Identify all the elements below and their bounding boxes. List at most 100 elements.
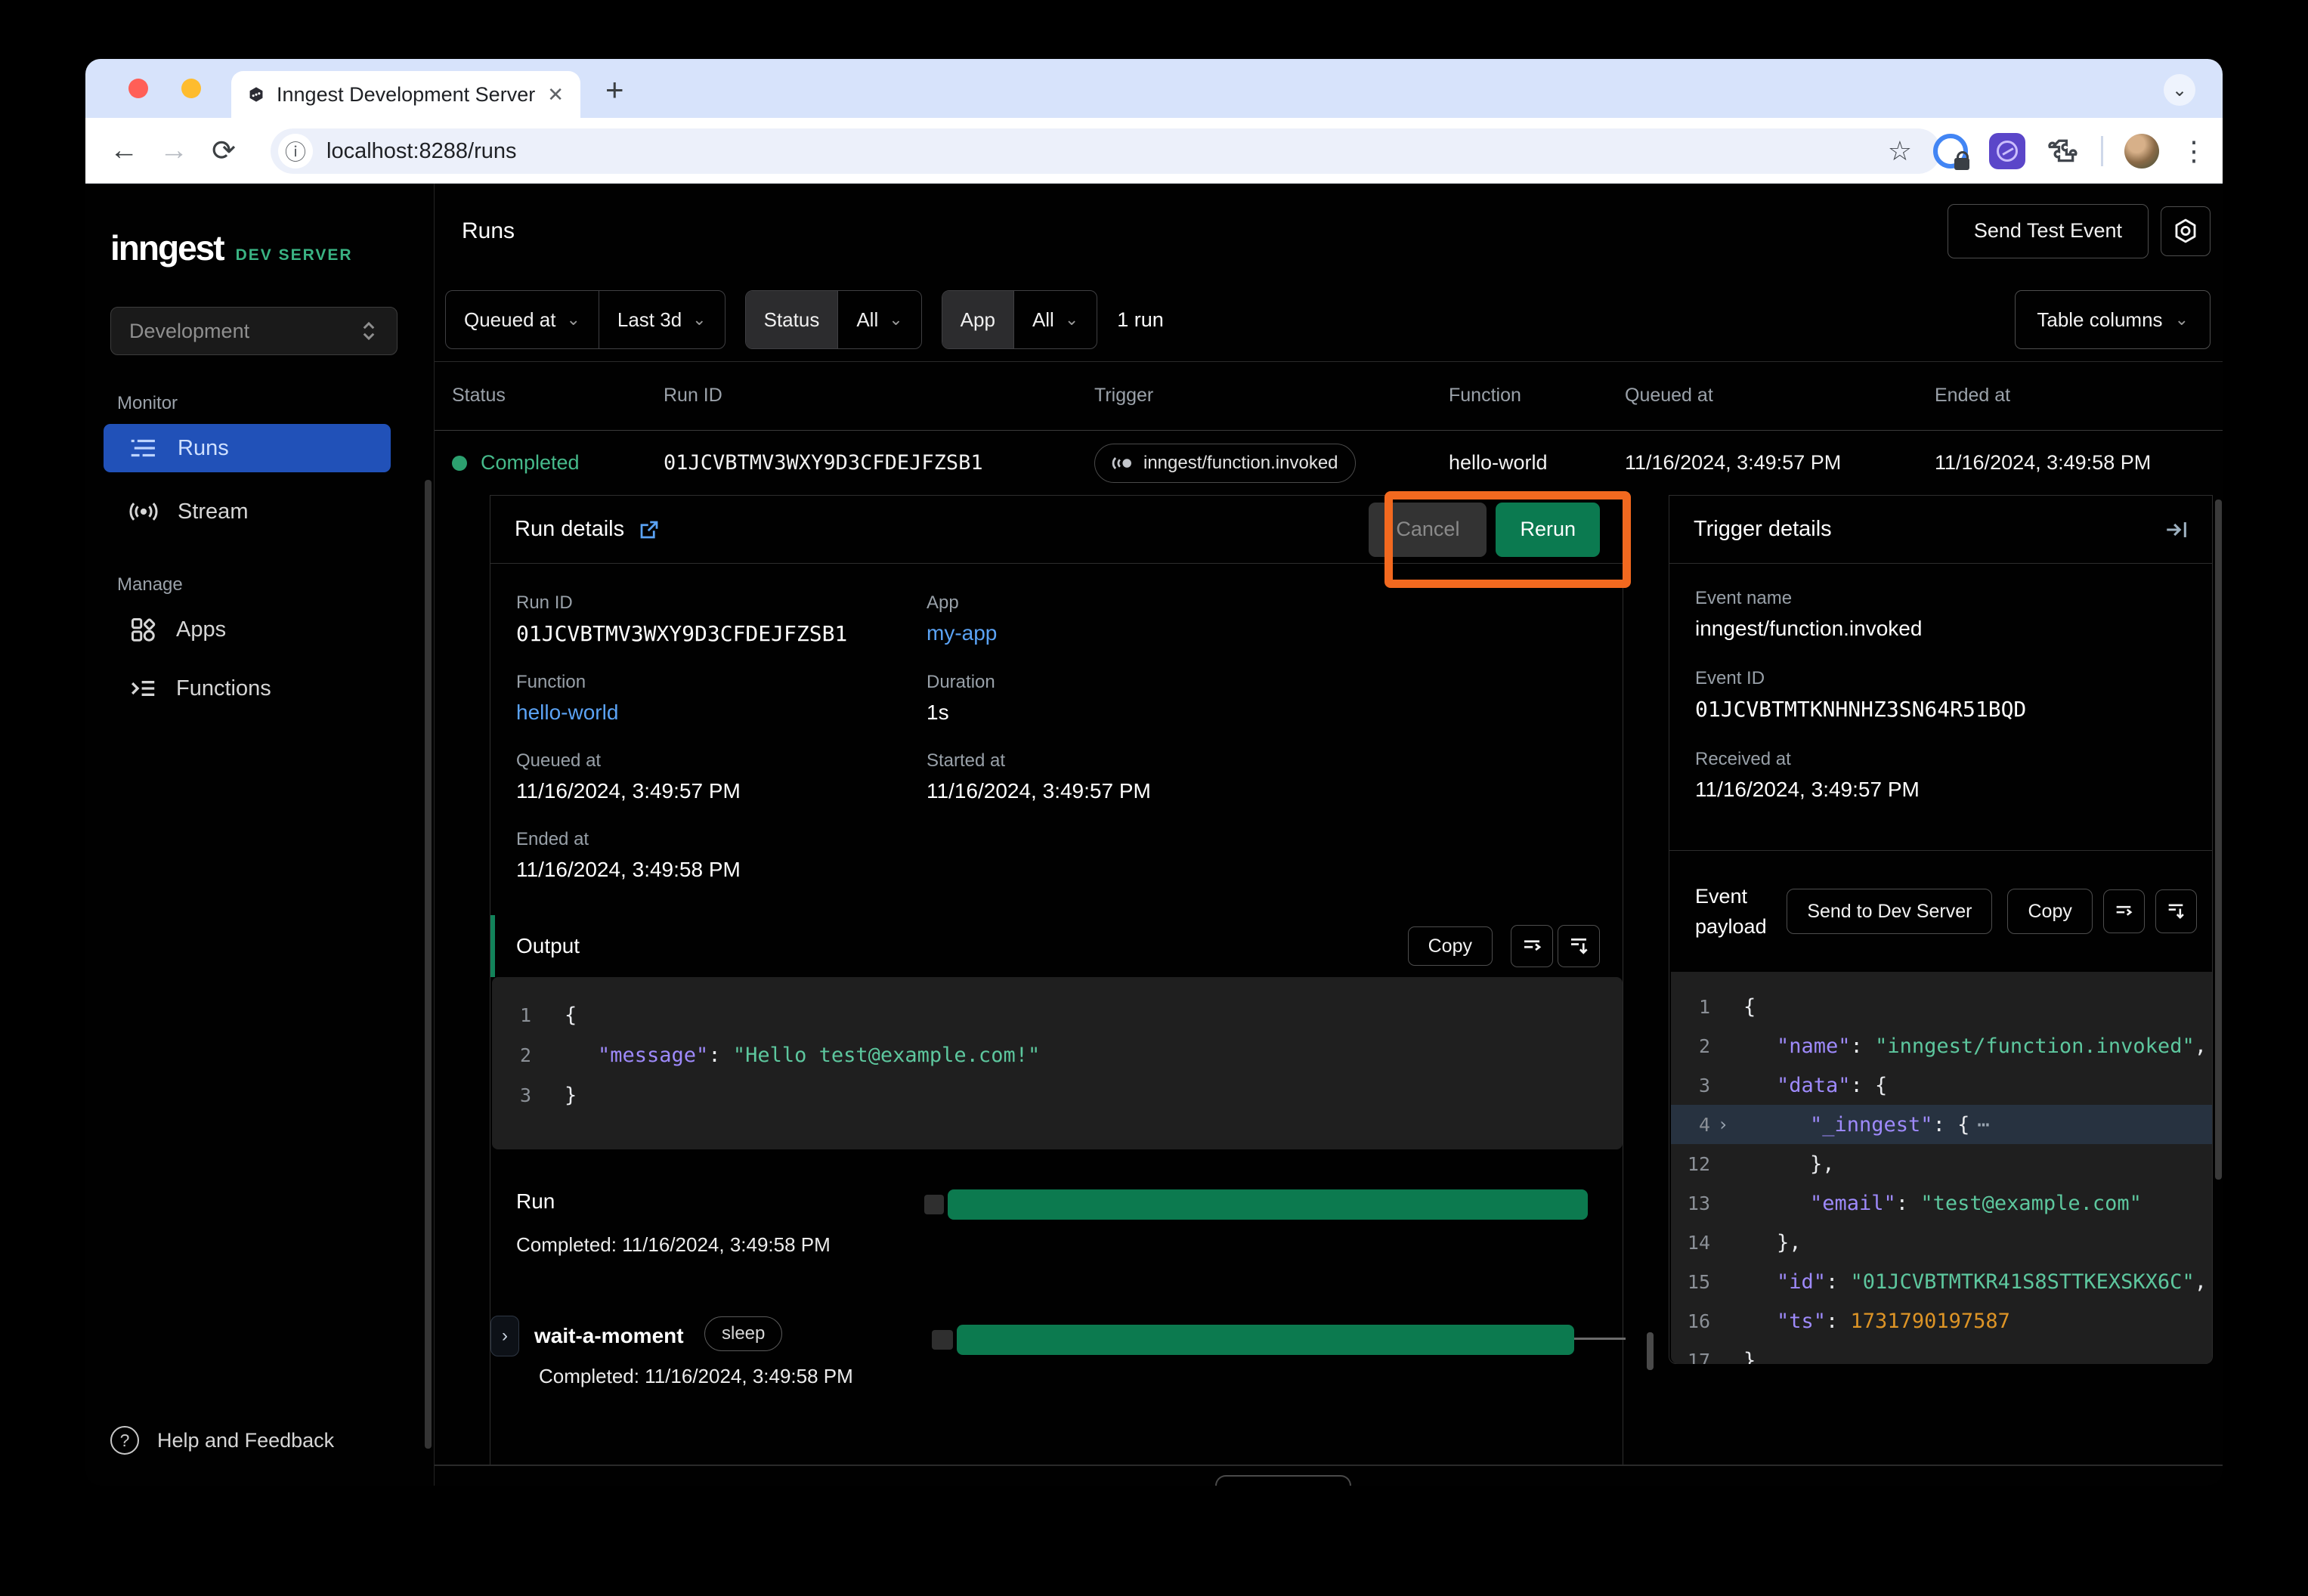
run-timeline-bar[interactable] bbox=[948, 1189, 1588, 1220]
window-close-button[interactable] bbox=[128, 79, 148, 98]
code-line: 1{ bbox=[1671, 987, 2212, 1026]
step-type-badge: sleep bbox=[704, 1316, 782, 1351]
code-line: 13"email": "test@example.com" bbox=[1671, 1183, 2212, 1223]
trigger-panel-scrollbar[interactable] bbox=[2215, 500, 2222, 1180]
column-trigger: Trigger bbox=[1094, 385, 1449, 407]
copy-output-button[interactable]: Copy bbox=[1408, 926, 1493, 966]
code-line: 2"message": "Hello test@example.com!" bbox=[492, 1035, 1623, 1075]
password-extension-icon[interactable] bbox=[1933, 134, 1968, 169]
chevron-down-icon: ⌄ bbox=[1065, 311, 1078, 328]
field-label: Event ID bbox=[1695, 668, 2026, 689]
sidebar-item-runs[interactable]: Runs bbox=[104, 424, 391, 472]
field-label: Duration bbox=[927, 672, 1597, 693]
code-line: 16"ts": 1731790197587 bbox=[1671, 1301, 2212, 1341]
copy-payload-button[interactable]: Copy bbox=[2007, 889, 2092, 934]
settings-gear-button[interactable] bbox=[2161, 206, 2211, 256]
app-link[interactable]: my-app bbox=[927, 621, 1597, 645]
browser-tab[interactable]: Inngest Development Server ✕ bbox=[231, 71, 580, 118]
step-completed-text: Completed: 11/16/2024, 3:49:58 PM bbox=[539, 1365, 853, 1388]
extensions-puzzle-icon[interactable] bbox=[2047, 135, 2080, 168]
event-name-value: inngest/function.invoked bbox=[1695, 617, 2026, 641]
new-tab-button[interactable]: + bbox=[605, 74, 624, 106]
inngest-logo: inngest bbox=[110, 227, 224, 268]
field-label: Ended at bbox=[516, 829, 927, 850]
run-id: 01JCVBTMV3WXY9D3CFDEJFZSB1 bbox=[664, 451, 1094, 475]
queued-at-value: 11/16/2024, 3:49:57 PM bbox=[516, 779, 927, 803]
sidebar-item-apps[interactable]: Apps bbox=[104, 605, 391, 654]
expand-output-button[interactable] bbox=[1558, 925, 1600, 967]
ended-at-value: 11/16/2024, 3:49:58 PM bbox=[516, 858, 927, 882]
page-title: Runs bbox=[462, 218, 1948, 244]
tab-search-button[interactable]: ⌄ bbox=[2164, 74, 2195, 106]
help-and-feedback[interactable]: ? Help and Feedback bbox=[110, 1426, 334, 1455]
collapse-panel-icon[interactable] bbox=[2164, 517, 2189, 543]
started-at-value: 11/16/2024, 3:49:57 PM bbox=[927, 779, 1597, 803]
run-queued-at: 11/16/2024, 3:49:57 PM bbox=[1625, 451, 1935, 475]
step-queued-segment bbox=[932, 1330, 953, 1350]
chevron-down-icon: ⌄ bbox=[889, 311, 902, 328]
send-test-event-button[interactable]: Send Test Event bbox=[1948, 204, 2149, 258]
window-minimize-button[interactable] bbox=[181, 79, 201, 98]
app-filter-value: All bbox=[1032, 308, 1054, 332]
main-scrollbar[interactable] bbox=[425, 480, 432, 1449]
step-timeline-bar[interactable] bbox=[957, 1325, 1574, 1355]
chevron-right-icon: › bbox=[502, 1325, 508, 1347]
output-code-block[interactable]: 1{2"message": "Hello test@example.com!"3… bbox=[492, 977, 1623, 1149]
sidebar-item-label: Functions bbox=[176, 676, 271, 701]
wrap-text-icon bbox=[1521, 935, 1543, 957]
field-label: Received at bbox=[1695, 749, 2026, 770]
run-details-panel: Run details Cancel Rerun Run ID01JCVBTMV… bbox=[490, 495, 1623, 1465]
sidebar-item-label: Runs bbox=[178, 436, 229, 461]
wrap-payload-button[interactable] bbox=[2103, 889, 2145, 933]
table-row[interactable]: Completed 01JCVBTMV3WXY9D3CFDEJFZSB1 inn… bbox=[435, 431, 2223, 495]
code-line: 2"name": "inngest/function.invoked", bbox=[1671, 1026, 2212, 1066]
gear-icon bbox=[2171, 217, 2200, 246]
function-link[interactable]: hello-world bbox=[516, 701, 927, 725]
expand-payload-button[interactable] bbox=[2155, 889, 2197, 933]
code-line: 17} bbox=[1671, 1341, 2212, 1364]
external-link-icon[interactable] bbox=[638, 518, 661, 541]
app-filter[interactable]: App All ⌄ bbox=[942, 290, 1098, 349]
duration-value: 1s bbox=[927, 701, 1597, 725]
app-filter-label: App bbox=[961, 308, 995, 332]
payload-code-block[interactable]: 1{2"name": "inngest/function.invoked",3"… bbox=[1671, 972, 2212, 1364]
status-filter[interactable]: Status All⌄ bbox=[745, 290, 922, 349]
purple-extension-icon[interactable] bbox=[1989, 133, 2025, 169]
status-filter-value: All bbox=[856, 308, 878, 332]
reload-icon[interactable]: ⟳ bbox=[199, 134, 249, 168]
bookmark-star-icon[interactable]: ☆ bbox=[1888, 135, 1912, 167]
step-trail-line bbox=[1574, 1338, 1626, 1340]
details-scrollbar[interactable] bbox=[1647, 1332, 1654, 1370]
output-title: Output bbox=[516, 934, 1408, 958]
rerun-button[interactable]: Rerun bbox=[1496, 503, 1600, 557]
step-expand-button[interactable]: › bbox=[490, 1316, 519, 1356]
back-icon[interactable]: ← bbox=[99, 135, 149, 167]
run-details-fields: Run ID01JCVBTMV3WXY9D3CFDEJFZSB1 Appmy-a… bbox=[516, 592, 1597, 882]
column-run-id: Run ID bbox=[664, 385, 1094, 407]
url-bar[interactable]: ⓘ localhost:8288/runs bbox=[271, 128, 1941, 174]
event-payload-title: Event payload bbox=[1695, 881, 1787, 942]
site-info-icon[interactable]: ⓘ bbox=[278, 134, 313, 169]
profile-avatar[interactable] bbox=[2124, 134, 2159, 169]
forward-icon[interactable]: → bbox=[149, 135, 199, 167]
step-name[interactable]: wait-a-moment bbox=[534, 1324, 684, 1348]
run-count: 1 run bbox=[1117, 308, 1164, 332]
cancel-button[interactable]: Cancel bbox=[1369, 503, 1487, 557]
code-line: 14}, bbox=[1671, 1223, 2212, 1262]
table-columns-button[interactable]: Table columns⌄ bbox=[2015, 290, 2211, 349]
main-area: Runs Send Test Event Queued at⌄ Last 3d⌄ bbox=[435, 184, 2223, 1486]
browser-tabstrip: Inngest Development Server ✕ + ⌄ bbox=[85, 59, 2223, 118]
time-filter[interactable]: Queued at⌄ Last 3d⌄ bbox=[445, 290, 726, 349]
wrap-text-button[interactable] bbox=[1511, 925, 1553, 967]
environment-selector[interactable]: Development bbox=[110, 307, 398, 355]
send-to-dev-server-button[interactable]: Send to Dev Server bbox=[1787, 889, 1992, 934]
browser-menu-icon[interactable]: ⋮ bbox=[2180, 135, 2207, 167]
sidebar-item-functions[interactable]: Functions bbox=[104, 664, 391, 713]
sidebar-item-label: Stream bbox=[178, 500, 248, 524]
load-more-button[interactable] bbox=[1215, 1475, 1351, 1486]
sidebar-item-stream[interactable]: Stream bbox=[104, 487, 391, 536]
time-range-value: Last 3d bbox=[617, 308, 682, 332]
tab-close-icon[interactable]: ✕ bbox=[547, 83, 564, 107]
help-label: Help and Feedback bbox=[157, 1429, 334, 1452]
run-ended-at: 11/16/2024, 3:49:58 PM bbox=[1935, 451, 2223, 475]
